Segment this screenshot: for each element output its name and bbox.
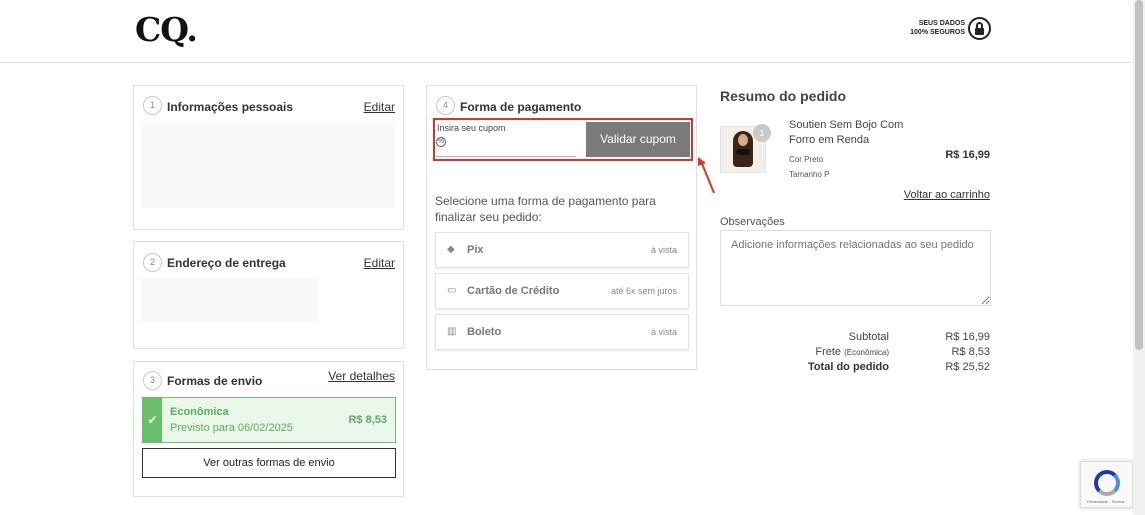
step-number-4: 4 bbox=[436, 96, 455, 115]
address-section: 2 Endereço de entrega Editar bbox=[133, 241, 404, 349]
payment-method-note: à vista bbox=[650, 327, 677, 337]
subtotal-value: R$ 16,99 bbox=[945, 331, 990, 343]
payment-method-name: Cartão de Crédito bbox=[467, 285, 560, 297]
other-shipping-button[interactable]: Ver outras formas de envio bbox=[142, 448, 396, 478]
recaptcha-badge[interactable]: Privacidade - Termos bbox=[1080, 461, 1133, 508]
shipping-label: Frete (Econômica) bbox=[815, 346, 889, 358]
secure-line-2: 100% SEGUROS bbox=[910, 29, 965, 36]
address-content bbox=[142, 278, 317, 322]
brand-logo[interactable]: CQ. bbox=[135, 10, 198, 49]
payment-method-credit-card[interactable]: ▭ Cartão de Crédito até 6x sem juros bbox=[435, 273, 689, 309]
payment-title: Forma de pagamento bbox=[460, 100, 582, 114]
shipping-option-date: Previsto para 06/02/2025 bbox=[170, 422, 293, 434]
recaptcha-text: Privacidade - Termos bbox=[1087, 499, 1125, 504]
scrollbar-thumb[interactable] bbox=[1135, 0, 1143, 350]
lock-icon bbox=[968, 17, 991, 40]
credit-card-icon: ▭ bbox=[447, 285, 457, 296]
product-size: Tamanho P bbox=[789, 170, 830, 179]
secure-line-1: SEUS DADOS bbox=[918, 20, 965, 27]
payment-method-note: até 6x sem juros bbox=[610, 286, 677, 296]
edit-address-link[interactable]: Editar bbox=[364, 256, 395, 270]
observations-textarea[interactable] bbox=[720, 230, 991, 306]
address-title: Endereço de entrega bbox=[167, 256, 286, 270]
step-number-3: 3 bbox=[143, 371, 162, 390]
step-number-2: 2 bbox=[143, 253, 162, 272]
personal-info-content bbox=[142, 124, 394, 208]
total-value: R$ 25,52 bbox=[945, 361, 990, 373]
edit-personal-info-link[interactable]: Editar bbox=[364, 100, 395, 114]
secure-badge-text: SEUS DADOS 100% SEGUROS bbox=[905, 19, 965, 37]
shipping-title: Formas de envio bbox=[167, 374, 263, 388]
observations-label: Observações bbox=[720, 216, 785, 228]
check-icon: ✔ bbox=[143, 398, 162, 442]
shipping-details-link[interactable]: Ver detalhes bbox=[328, 369, 395, 383]
personal-info-title: Informações pessoais bbox=[167, 100, 294, 114]
shipping-value: R$ 8,53 bbox=[951, 346, 990, 358]
total-label: Total do pedido bbox=[807, 361, 889, 373]
payment-method-boleto[interactable]: ▥ Boleto à vista bbox=[435, 314, 689, 350]
order-summary-title: Resumo do pedido bbox=[720, 88, 846, 104]
product-name: Soutien Sem Bojo Com Forro em Renda bbox=[789, 119, 904, 146]
payment-method-name: Pix bbox=[467, 244, 484, 256]
coupon-input[interactable] bbox=[436, 135, 576, 157]
payment-method-note: à vista bbox=[650, 245, 677, 255]
pix-icon: ◆ bbox=[447, 244, 455, 255]
payment-method-pix[interactable]: ◆ Pix à vista bbox=[435, 232, 689, 268]
coupon-highlight-frame: Insira seu cupom % Validar cupom bbox=[433, 118, 693, 161]
shipping-label-text: Frete bbox=[815, 346, 842, 358]
barcode-icon: ▥ bbox=[447, 326, 457, 337]
recaptcha-icon bbox=[1094, 470, 1120, 496]
personal-info-section: 1 Informações pessoais Editar bbox=[133, 85, 404, 230]
annotation-arrow-icon bbox=[698, 157, 715, 194]
site-header: CQ. SEUS DADOS 100% SEGUROS bbox=[0, 0, 1133, 63]
subtotal-label: Subtotal bbox=[848, 331, 889, 343]
payment-method-name: Boleto bbox=[467, 326, 502, 338]
coupon-label: Insira seu cupom bbox=[437, 123, 506, 133]
shipping-option-price: R$ 8,53 bbox=[348, 414, 387, 426]
shipping-label-sub: (Econômica) bbox=[844, 348, 889, 357]
shipping-option-economica[interactable]: ✔ Econômica Previsto para 06/02/2025 R$ … bbox=[142, 397, 396, 443]
step-number-1: 1 bbox=[143, 96, 162, 115]
product-quantity-badge: 1 bbox=[753, 124, 771, 142]
product-price: R$ 16,99 bbox=[945, 149, 990, 161]
shipping-option-name: Econômica bbox=[170, 406, 229, 418]
page-scrollbar[interactable] bbox=[1133, 0, 1145, 515]
back-to-cart-link[interactable]: Voltar ao carrinho bbox=[904, 189, 990, 201]
payment-description: Selecione uma forma de pagamento para fi… bbox=[435, 194, 656, 224]
validate-coupon-button[interactable]: Validar cupom bbox=[586, 122, 690, 157]
product-color: Cor Preto bbox=[789, 155, 824, 164]
